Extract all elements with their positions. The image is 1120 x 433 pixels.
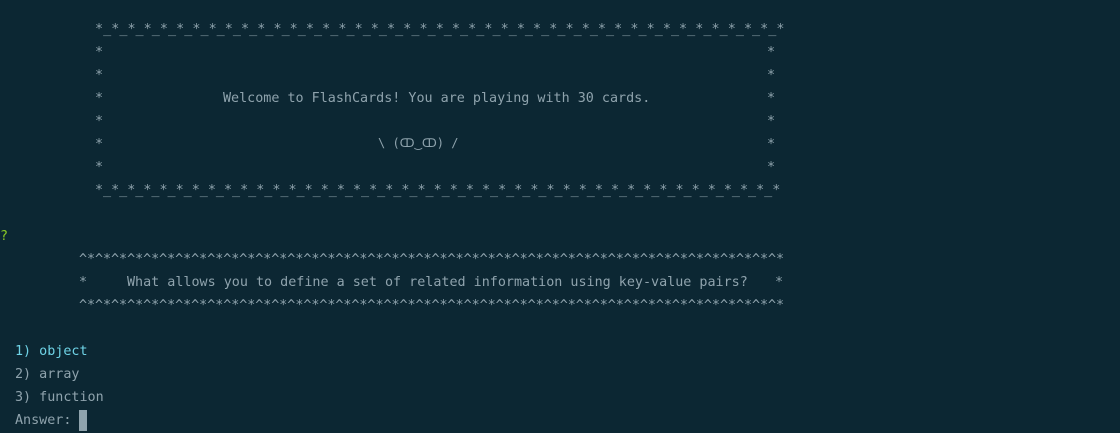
welcome-box-left-border: * [95, 160, 104, 175]
welcome-box-right-border: * [767, 45, 776, 60]
question-box-bottom-border: ^*^*^*^*^*^*^*^*^*^*^*^*^*^*^*^*^*^*^*^*… [79, 298, 785, 313]
welcome-message: Welcome to FlashCards! You are playing w… [223, 91, 651, 106]
choice-function[interactable]: 3) function [15, 391, 104, 405]
prompt-question-mark: ? [0, 229, 9, 244]
welcome-box-left-border: * [95, 45, 104, 60]
welcome-box-right-border: * [767, 68, 776, 83]
welcome-box-right-border: * [767, 91, 776, 106]
ascii-face: \ (ↀ‿ↀ) / [378, 136, 459, 150]
welcome-box-left-border: * [95, 68, 104, 83]
question-text: What allows you to define a set of relat… [127, 275, 748, 290]
welcome-box-left-border: * [95, 137, 104, 152]
answer-label: Answer: [15, 413, 72, 428]
question-box-top-border: ^*^*^*^*^*^*^*^*^*^*^*^*^*^*^*^*^*^*^*^*… [79, 252, 785, 267]
choice-object[interactable]: 1) object [15, 345, 88, 359]
welcome-box-right-border: * [767, 137, 776, 152]
welcome-box-left-border: * [95, 91, 104, 106]
welcome-box-top-border: *_*_*_*_*_*_*_*_*_*_*_*_*_*_*_*_*_*_*_*_… [95, 22, 785, 37]
welcome-box-right-border: * [767, 160, 776, 175]
welcome-box-right-border: * [767, 114, 776, 129]
welcome-box-bottom-border: *_*_*_*_*_*_*_*_*_*_*_*_*_*_*_*_*_*_*_*_… [95, 183, 781, 198]
question-box-right-border: * [775, 275, 784, 290]
text-cursor[interactable] [79, 410, 87, 431]
welcome-box-left-border: * [95, 114, 104, 129]
question-box-left-border: * [79, 275, 88, 290]
choice-array[interactable]: 2) array [15, 368, 80, 382]
